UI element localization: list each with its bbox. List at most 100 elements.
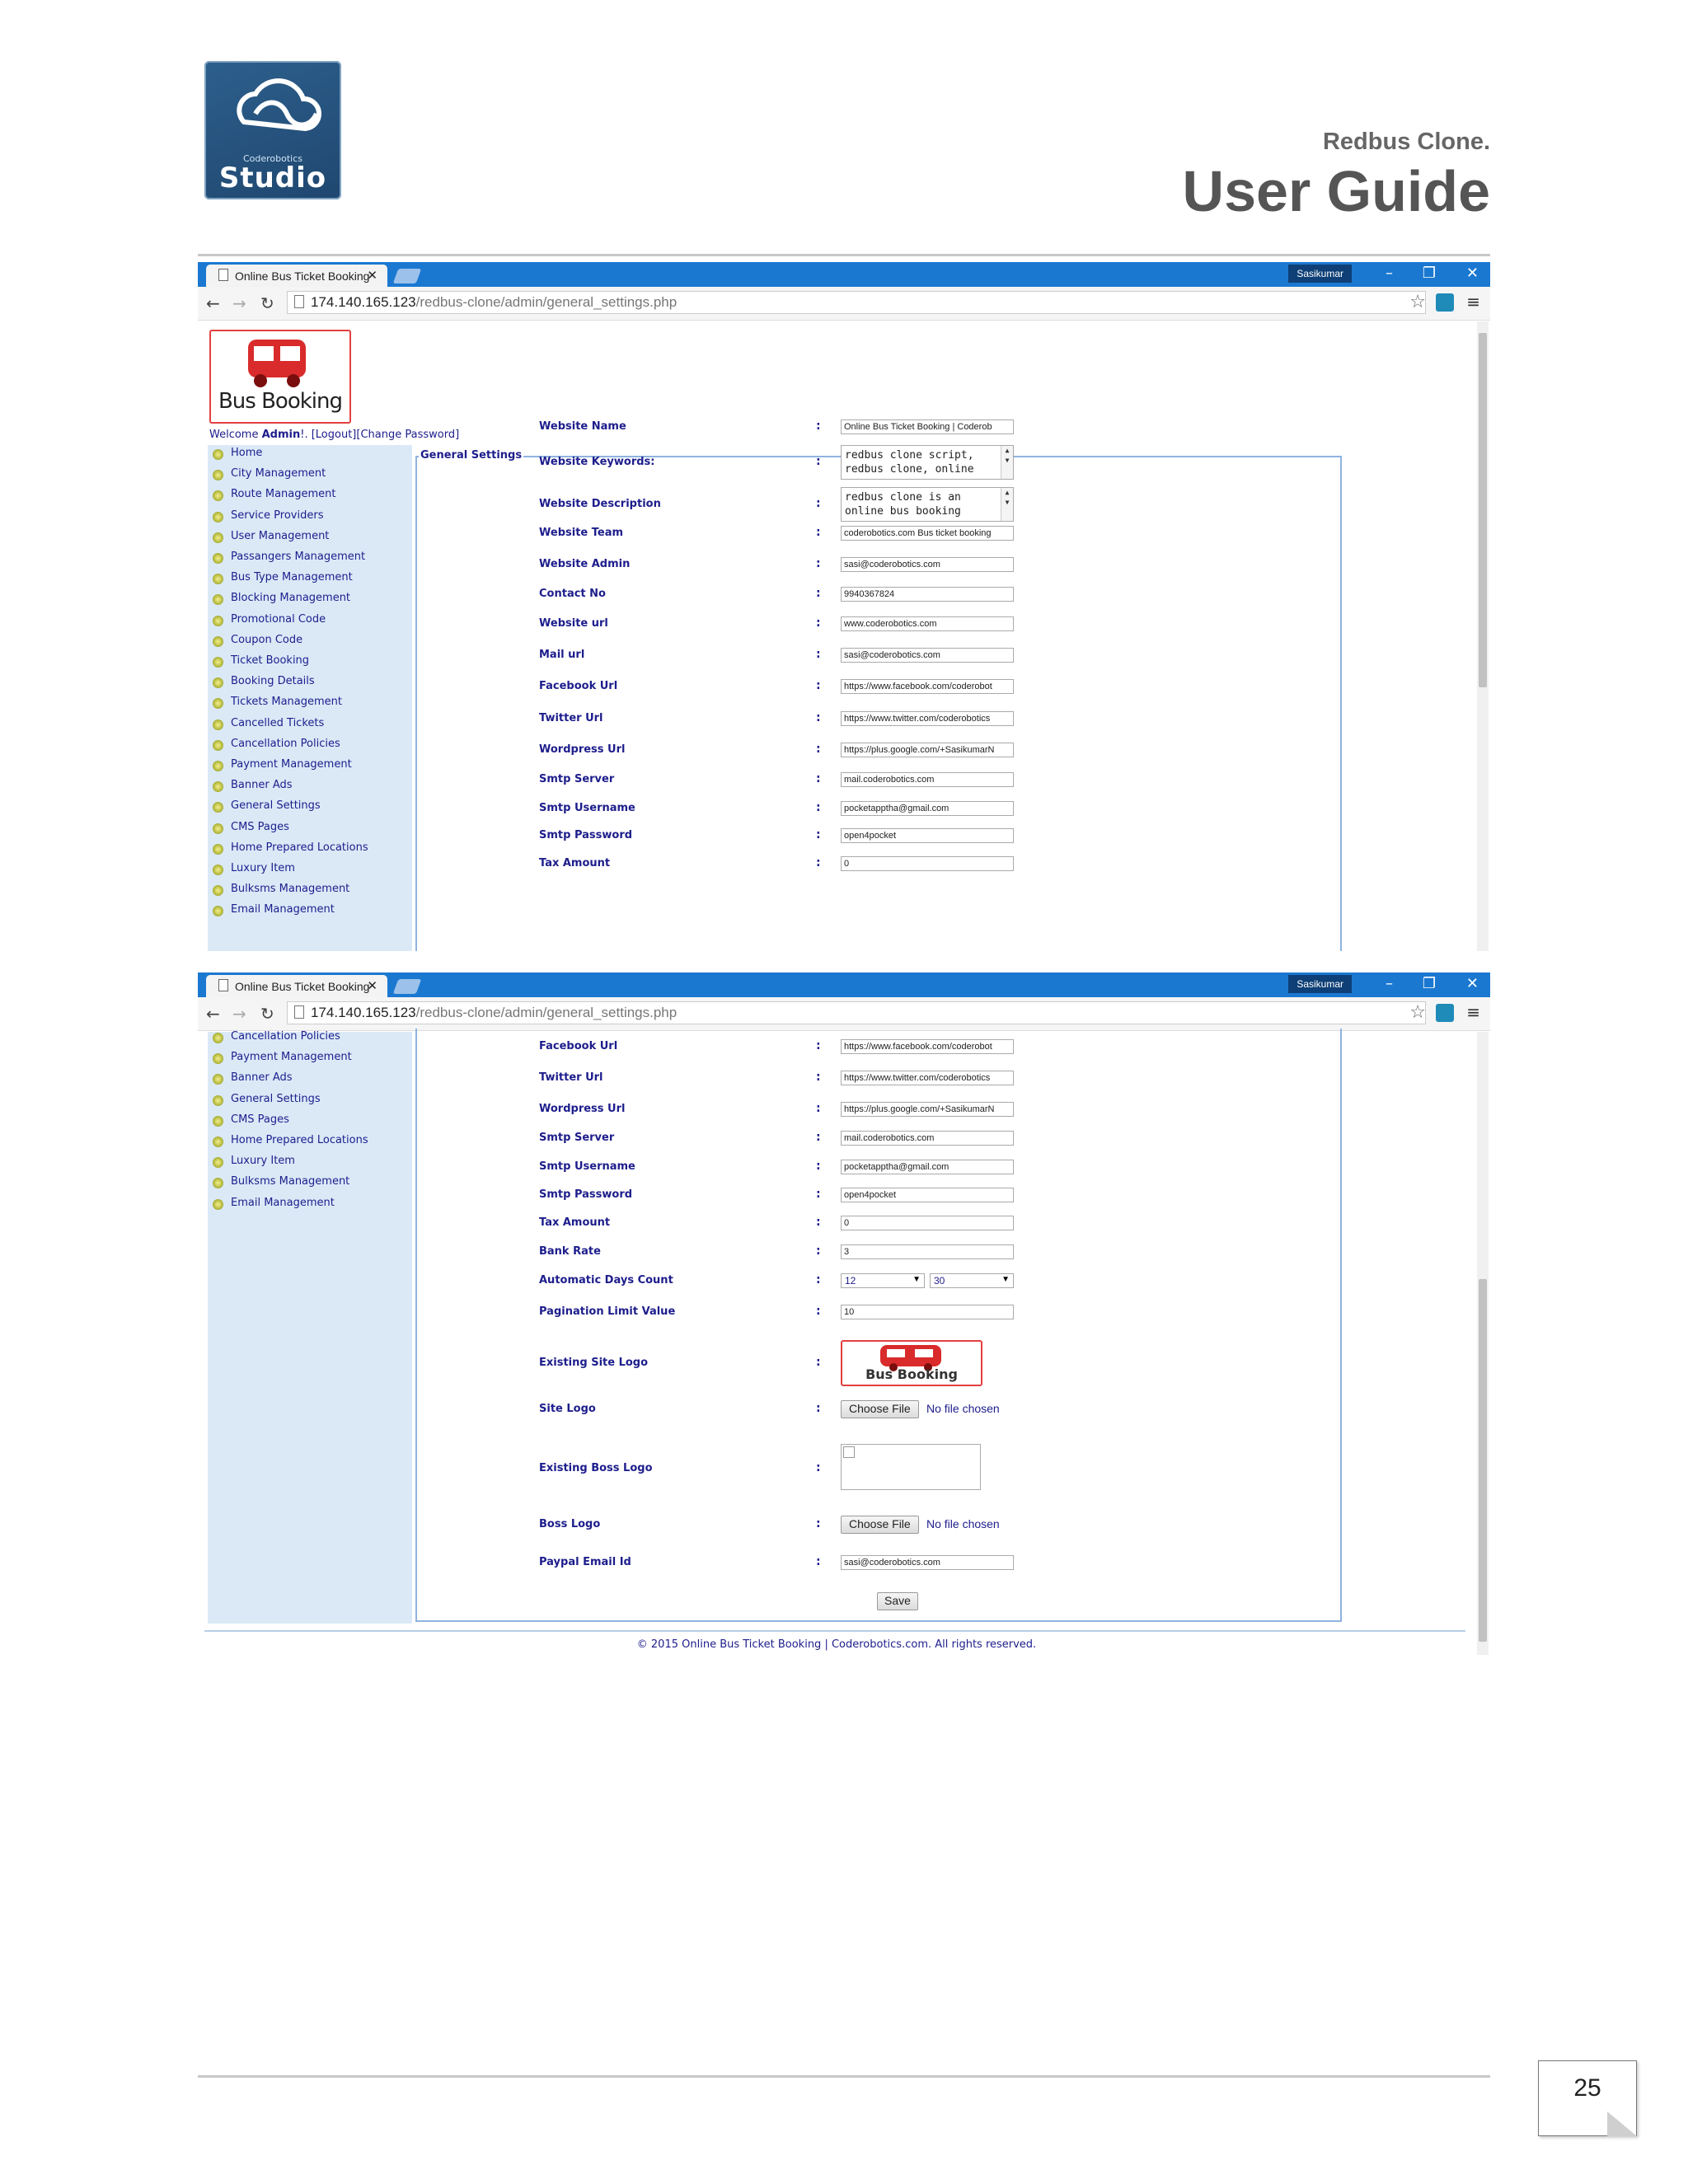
sidebar-item[interactable]: Cancellation Policies	[208, 1030, 412, 1048]
url-input[interactable]: 174.140.165.123/redbus-clone/admin/gener…	[287, 1001, 1426, 1024]
back-icon[interactable]: ←	[206, 1004, 220, 1024]
minimize-icon[interactable]: –	[1386, 265, 1393, 282]
forward-icon[interactable]: →	[232, 1004, 246, 1024]
close-tab-icon[interactable]: ✕	[367, 978, 377, 993]
text-input[interactable]: https://www.twitter.com/coderobotics	[841, 1071, 1014, 1085]
choose-file-button[interactable]: Choose File	[841, 1400, 919, 1418]
menu-icon[interactable]: ≡	[1466, 1002, 1480, 1022]
sidebar-item[interactable]: Service Providers	[208, 509, 412, 527]
text-input[interactable]: pocketapptha@gmail.com	[841, 801, 1014, 816]
text-input[interactable]: https://www.twitter.com/coderobotics	[841, 711, 1014, 726]
sidebar-item[interactable]: CMS Pages	[208, 821, 412, 839]
forward-icon[interactable]: →	[232, 293, 246, 313]
save-button[interactable]: Save	[877, 1592, 918, 1610]
sidebar-item[interactable]: Passangers Management	[208, 551, 412, 569]
profile-badge[interactable]: Sasikumar	[1288, 975, 1352, 993]
sidebar-item[interactable]: Banner Ads	[208, 779, 412, 797]
browser-tab[interactable]: Online Bus Ticket Booking ✕	[206, 265, 387, 287]
sidebar-item[interactable]: Luxury Item	[208, 862, 412, 880]
scrollbar-thumb[interactable]	[1479, 333, 1487, 687]
sidebar-item[interactable]: Banner Ads	[208, 1071, 412, 1090]
close-window-icon[interactable]: ✕	[1466, 265, 1479, 282]
sidebar-item[interactable]: Cancellation Policies	[208, 738, 412, 756]
text-input[interactable]: www.coderobotics.com	[841, 616, 1014, 631]
sidebar-item[interactable]: Promotional Code	[208, 613, 412, 631]
extension-icon[interactable]	[1436, 293, 1454, 312]
new-tab-button[interactable]	[392, 979, 422, 994]
sidebar-item-label: Cancelled Tickets	[231, 716, 325, 729]
text-input[interactable]: 10	[841, 1305, 1014, 1319]
textarea-input[interactable]: redbus clone is an online bus booking ▲ ▼	[841, 487, 1014, 522]
scrollbar[interactable]	[1477, 321, 1489, 951]
text-input[interactable]: open4pocket	[841, 1188, 1014, 1202]
sidebar-item[interactable]: Coupon Code	[208, 634, 412, 652]
sidebar-item[interactable]: Payment Management	[208, 1051, 412, 1069]
text-input[interactable]: coderobotics.com Bus ticket booking	[841, 526, 1014, 541]
scrollbar-thumb[interactable]	[1479, 1279, 1487, 1642]
sidebar-item[interactable]: Bulksms Management	[208, 1175, 412, 1193]
text-input[interactable]: sasi@coderobotics.com	[841, 557, 1014, 572]
text-input[interactable]: open4pocket	[841, 828, 1014, 843]
textarea-scroll-icon[interactable]: ▲ ▼	[1001, 446, 1013, 479]
sidebar-item[interactable]: General Settings	[208, 799, 412, 818]
reload-icon[interactable]: ↻	[260, 293, 274, 313]
scrollbar[interactable]	[1477, 1032, 1489, 1655]
text-input[interactable]: 0	[841, 856, 1014, 871]
reload-icon[interactable]: ↻	[260, 1004, 274, 1024]
sidebar-item[interactable]: CMS Pages	[208, 1113, 412, 1132]
menu-icon[interactable]: ≡	[1466, 292, 1480, 312]
sidebar-item[interactable]: Tickets Management	[208, 696, 412, 714]
text-input[interactable]: Online Bus Ticket Booking | Coderob	[841, 419, 1014, 434]
sidebar-item[interactable]: Home Prepared Locations	[208, 1134, 412, 1152]
text-input[interactable]: mail.coderobotics.com	[841, 1131, 1014, 1146]
sidebar-item[interactable]: Booking Details	[208, 675, 412, 693]
textarea-input[interactable]: redbus clone script, redbus clone, onlin…	[841, 445, 1014, 480]
text-input[interactable]: https://plus.google.com/+SasikumarN	[841, 743, 1014, 757]
text-input[interactable]: 3	[841, 1244, 1014, 1259]
sidebar-item[interactable]: Cancelled Tickets	[208, 717, 412, 735]
text-input[interactable]: 0	[841, 1216, 1014, 1230]
back-icon[interactable]: ←	[206, 293, 220, 313]
sidebar-item[interactable]: General Settings	[208, 1093, 412, 1111]
sidebar-item[interactable]: City Management	[208, 467, 412, 485]
logout-link[interactable]: [Logout]	[312, 429, 357, 441]
close-tab-icon[interactable]: ✕	[367, 268, 377, 283]
sidebar-item[interactable]: Route Management	[208, 488, 412, 506]
text-input[interactable]: sasi@coderobotics.com	[841, 1555, 1014, 1570]
hours-select[interactable]: 12 ▼	[841, 1273, 925, 1288]
sidebar-item[interactable]: Home Prepared Locations	[208, 841, 412, 860]
bullet-icon	[213, 677, 223, 689]
close-window-icon[interactable]: ✕	[1466, 975, 1479, 992]
sidebar-item[interactable]: Luxury Item	[208, 1155, 412, 1173]
bookmark-star-icon[interactable]: ☆	[1409, 1002, 1426, 1023]
sidebar-item[interactable]: Blocking Management	[208, 592, 412, 610]
text-input[interactable]: https://plus.google.com/+SasikumarN	[841, 1102, 1014, 1117]
sidebar-item[interactable]: Bus Type Management	[208, 571, 412, 589]
text-input[interactable]: https://www.facebook.com/coderobot	[841, 1039, 1014, 1054]
sidebar-item[interactable]: Email Management	[208, 1197, 412, 1215]
days-select[interactable]: 30 ▼	[930, 1273, 1014, 1288]
restore-icon[interactable]: ❐	[1423, 265, 1436, 282]
sidebar-item[interactable]: Email Management	[208, 903, 412, 921]
text-input[interactable]: https://www.facebook.com/coderobot	[841, 679, 1014, 694]
sidebar-item[interactable]: Payment Management	[208, 758, 412, 776]
text-input[interactable]: pocketapptha@gmail.com	[841, 1160, 1014, 1174]
new-tab-button[interactable]	[392, 269, 422, 284]
browser-tab[interactable]: Online Bus Ticket Booking ✕	[206, 975, 387, 997]
text-input[interactable]: sasi@coderobotics.com	[841, 648, 1014, 663]
sidebar-item[interactable]: Bulksms Management	[208, 883, 412, 901]
sidebar-item[interactable]: User Management	[208, 530, 412, 548]
choose-file-button[interactable]: Choose File	[841, 1516, 919, 1534]
sidebar-item[interactable]: Home	[208, 447, 412, 465]
bookmark-star-icon[interactable]: ☆	[1409, 292, 1426, 312]
settings-form: Website Name: Online Bus Ticket Booking |…	[415, 321, 1339, 951]
url-input[interactable]: 174.140.165.123/redbus-clone/admin/gener…	[287, 291, 1426, 314]
minimize-icon[interactable]: –	[1386, 975, 1393, 992]
textarea-scroll-icon[interactable]: ▲ ▼	[1001, 488, 1013, 521]
extension-icon[interactable]	[1436, 1004, 1454, 1022]
text-input[interactable]: 9940367824	[841, 587, 1014, 602]
sidebar-item[interactable]: Ticket Booking	[208, 654, 412, 673]
restore-icon[interactable]: ❐	[1423, 975, 1436, 992]
text-input[interactable]: mail.coderobotics.com	[841, 772, 1014, 787]
profile-badge[interactable]: Sasikumar	[1288, 265, 1352, 283]
